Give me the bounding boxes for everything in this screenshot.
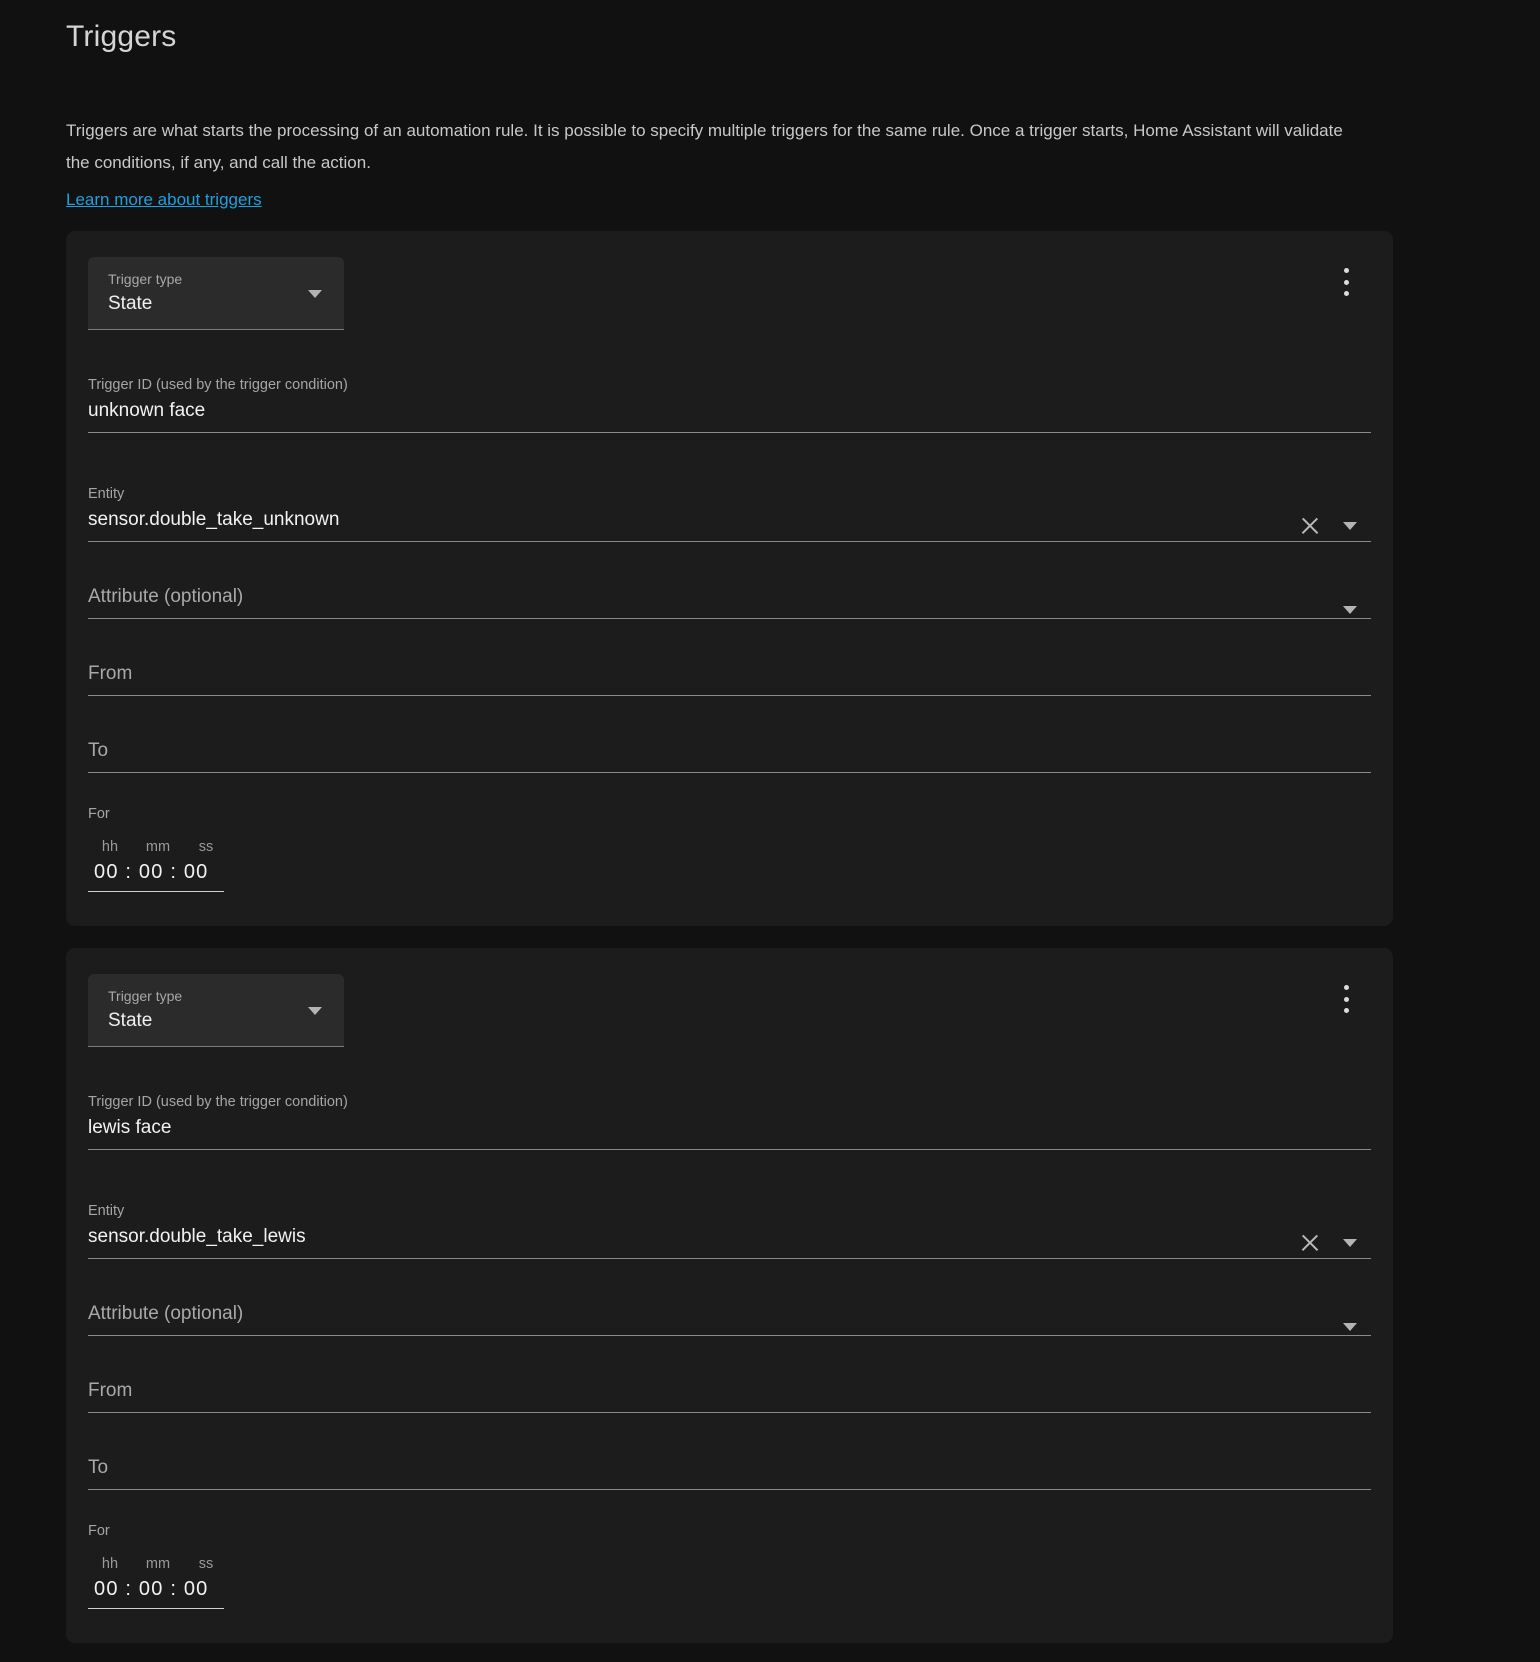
entity-label: Entity xyxy=(88,1203,125,1219)
duration-label: For xyxy=(88,806,110,822)
entity-input[interactable]: sensor.double_take_lewis xyxy=(88,1222,1371,1252)
chevron-down-icon[interactable] xyxy=(1343,1239,1357,1247)
duration-field: For hh mm ss 00 : 00 : 00 xyxy=(88,803,1371,892)
triggers-page: Triggers Triggers are what starts the pr… xyxy=(0,0,1540,1662)
dot xyxy=(1343,279,1349,285)
trigger-id-input[interactable]: unknown face xyxy=(88,396,1371,426)
trigger-id-label: Trigger ID (used by the trigger conditio… xyxy=(88,1094,348,1110)
from-input[interactable]: From xyxy=(88,659,1371,689)
duration-unit-hh: hh xyxy=(101,839,119,855)
page-title: Triggers xyxy=(66,20,177,53)
dot xyxy=(1343,268,1349,273)
entity-label: Entity xyxy=(88,486,125,502)
duration-units: hh mm ss xyxy=(92,837,220,857)
trigger-id-field[interactable]: Trigger ID (used by the trigger conditio… xyxy=(88,1077,1371,1150)
duration-unit-ss: ss xyxy=(198,839,214,855)
trigger-type-select[interactable]: Trigger type State xyxy=(88,257,344,330)
duration-unit-mm: mm xyxy=(145,1556,171,1572)
chevron-down-icon[interactable] xyxy=(1343,522,1357,530)
close-icon[interactable] xyxy=(1299,515,1321,537)
duration-field: For hh mm ss 00 : 00 : 00 xyxy=(88,1520,1371,1609)
learn-more-link[interactable]: Learn more about triggers xyxy=(66,185,262,215)
attribute-field-icons xyxy=(1343,1323,1367,1331)
attribute-input[interactable]: Attribute (optional) xyxy=(88,1299,1371,1329)
trigger-type-value: State xyxy=(108,293,153,314)
duration-unit-mm: mm xyxy=(145,839,171,855)
duration-value[interactable]: 00 : 00 : 00 xyxy=(92,1574,220,1604)
dot xyxy=(1343,1008,1349,1013)
chevron-down-icon[interactable] xyxy=(308,290,322,298)
attribute-field[interactable]: Attribute (optional) xyxy=(88,1299,1371,1336)
dot xyxy=(1343,985,1349,990)
to-input[interactable]: To xyxy=(88,736,1371,766)
intro-description: Triggers are what starts the processing … xyxy=(66,121,1343,172)
trigger-type-select[interactable]: Trigger type State xyxy=(88,974,344,1047)
entity-field-icons xyxy=(1299,1232,1367,1254)
attribute-input[interactable]: Attribute (optional) xyxy=(88,582,1371,612)
entity-field[interactable]: Entity sensor.double_take_lewis xyxy=(88,1186,1371,1259)
duration-unit-hh: hh xyxy=(101,1556,119,1572)
trigger-id-field[interactable]: Trigger ID (used by the trigger conditio… xyxy=(88,360,1371,433)
dots-vertical-icon[interactable] xyxy=(1331,265,1361,299)
from-field[interactable]: From xyxy=(88,1376,1371,1413)
duration-value[interactable]: 00 : 00 : 00 xyxy=(92,857,220,887)
attribute-field[interactable]: Attribute (optional) xyxy=(88,582,1371,619)
trigger-type-label: Trigger type xyxy=(108,271,183,287)
duration-input[interactable]: hh mm ss 00 : 00 : 00 xyxy=(88,837,224,892)
trigger-type-value: State xyxy=(108,1010,153,1031)
attribute-field-icons xyxy=(1343,606,1367,614)
trigger-card: Trigger type State Trigger ID (used by t… xyxy=(66,231,1393,926)
trigger-card: Trigger type State Trigger ID (used by t… xyxy=(66,948,1393,1643)
from-field[interactable]: From xyxy=(88,659,1371,696)
from-input[interactable]: From xyxy=(88,1376,1371,1406)
chevron-down-icon[interactable] xyxy=(308,1007,322,1015)
entity-field-icons xyxy=(1299,515,1367,537)
intro-text: Triggers are what starts the processing … xyxy=(66,115,1366,216)
entity-input[interactable]: sensor.double_take_unknown xyxy=(88,505,1371,535)
dot xyxy=(1343,291,1349,296)
close-icon[interactable] xyxy=(1299,1232,1321,1254)
triggers-list: Trigger type State Trigger ID (used by t… xyxy=(66,231,1393,1662)
to-input[interactable]: To xyxy=(88,1453,1371,1483)
chevron-down-icon[interactable] xyxy=(1343,1323,1357,1331)
trigger-id-label: Trigger ID (used by the trigger conditio… xyxy=(88,377,348,393)
trigger-type-label: Trigger type xyxy=(108,988,183,1004)
duration-unit-ss: ss xyxy=(198,1556,214,1572)
duration-units: hh mm ss xyxy=(92,1554,220,1574)
entity-field[interactable]: Entity sensor.double_take_unknown xyxy=(88,469,1371,542)
chevron-down-icon[interactable] xyxy=(1343,606,1357,614)
dot xyxy=(1343,996,1349,1002)
to-field[interactable]: To xyxy=(88,736,1371,773)
dots-vertical-icon[interactable] xyxy=(1331,982,1361,1016)
duration-label: For xyxy=(88,1523,110,1539)
to-field[interactable]: To xyxy=(88,1453,1371,1490)
trigger-id-input[interactable]: lewis face xyxy=(88,1113,1371,1143)
duration-input[interactable]: hh mm ss 00 : 00 : 00 xyxy=(88,1554,224,1609)
